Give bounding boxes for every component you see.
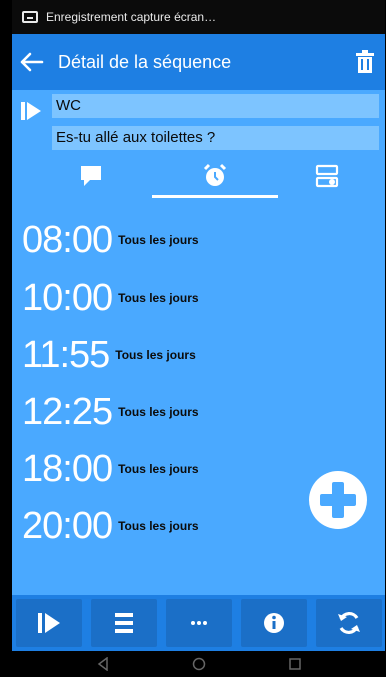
alarm-clock-icon <box>203 163 227 186</box>
refresh-icon <box>338 612 360 634</box>
speech-bubble-icon <box>81 166 101 186</box>
alarm-time: 18:00 <box>22 448 113 490</box>
add-alarm-button[interactable] <box>308 470 368 530</box>
alarm-row-2[interactable]: 11:55 Tous les jours <box>22 327 322 383</box>
tab-bar <box>12 152 385 198</box>
play-sequence-icon[interactable] <box>20 100 42 122</box>
system-nav-bar <box>12 651 385 677</box>
alarm-time: 11:55 <box>22 334 110 376</box>
phone-frame: Enregistrement capture écran… Détail de … <box>0 0 386 677</box>
tab-messages[interactable] <box>46 158 136 194</box>
alarm-time: 10:00 <box>22 277 113 319</box>
app-header: Détail de la séquence <box>12 34 385 90</box>
alarm-repeat: Tous les jours <box>118 462 199 476</box>
sequence-question-field[interactable]: Es-tu allé aux toilettes ? <box>52 126 379 150</box>
alarm-repeat: Tous les jours <box>118 233 199 247</box>
alarm-row-0[interactable]: 08:00 Tous les jours <box>22 212 322 268</box>
list-icon <box>115 613 133 633</box>
sequence-content: WC Es-tu allé aux toilettes ? 08:00 Tous… <box>12 90 385 595</box>
alarm-repeat: Tous les jours <box>118 405 199 419</box>
nav-home-icon[interactable] <box>192 657 206 671</box>
active-tab-indicator <box>152 195 278 198</box>
alarm-time: 20:00 <box>22 505 113 547</box>
bottom-toolbar <box>12 595 385 651</box>
alarm-repeat: Tous les jours <box>115 348 196 362</box>
status-text: Enregistrement capture écran… <box>46 10 217 24</box>
alarm-row-3[interactable]: 12:25 Tous les jours <box>22 384 322 440</box>
info-icon <box>264 613 284 633</box>
status-bar: Enregistrement capture écran… <box>12 0 385 34</box>
alarm-repeat: Tous les jours <box>118 291 199 305</box>
sequence-settings-icon <box>315 164 339 188</box>
alarm-repeat: Tous les jours <box>118 519 199 533</box>
back-arrow-icon[interactable] <box>20 50 44 74</box>
trash-icon[interactable] <box>355 50 375 74</box>
alarm-time: 12:25 <box>22 391 113 433</box>
tab-settings[interactable] <box>282 158 372 194</box>
list-button[interactable] <box>91 599 157 647</box>
tab-alarms[interactable] <box>152 158 278 198</box>
alarm-row-1[interactable]: 10:00 Tous les jours <box>22 270 322 326</box>
refresh-button[interactable] <box>316 599 382 647</box>
sequence-info: WC Es-tu allé aux toilettes ? <box>12 90 385 152</box>
alarm-row-5[interactable]: 20:00 Tous les jours <box>22 498 322 554</box>
more-button[interactable] <box>166 599 232 647</box>
more-icon <box>191 621 207 625</box>
play-button[interactable] <box>16 599 82 647</box>
nav-recent-icon[interactable] <box>288 657 302 671</box>
page-title: Détail de la séquence <box>58 52 232 72</box>
alarm-row-4[interactable]: 18:00 Tous les jours <box>22 441 322 497</box>
app-screen: Enregistrement capture écran… Détail de … <box>12 0 385 677</box>
screen-record-icon <box>22 11 38 23</box>
alarm-time: 08:00 <box>22 219 113 261</box>
info-button[interactable] <box>241 599 307 647</box>
nav-back-icon[interactable] <box>96 657 110 671</box>
sequence-name-field[interactable]: WC <box>52 94 379 118</box>
play-icon <box>38 613 60 633</box>
